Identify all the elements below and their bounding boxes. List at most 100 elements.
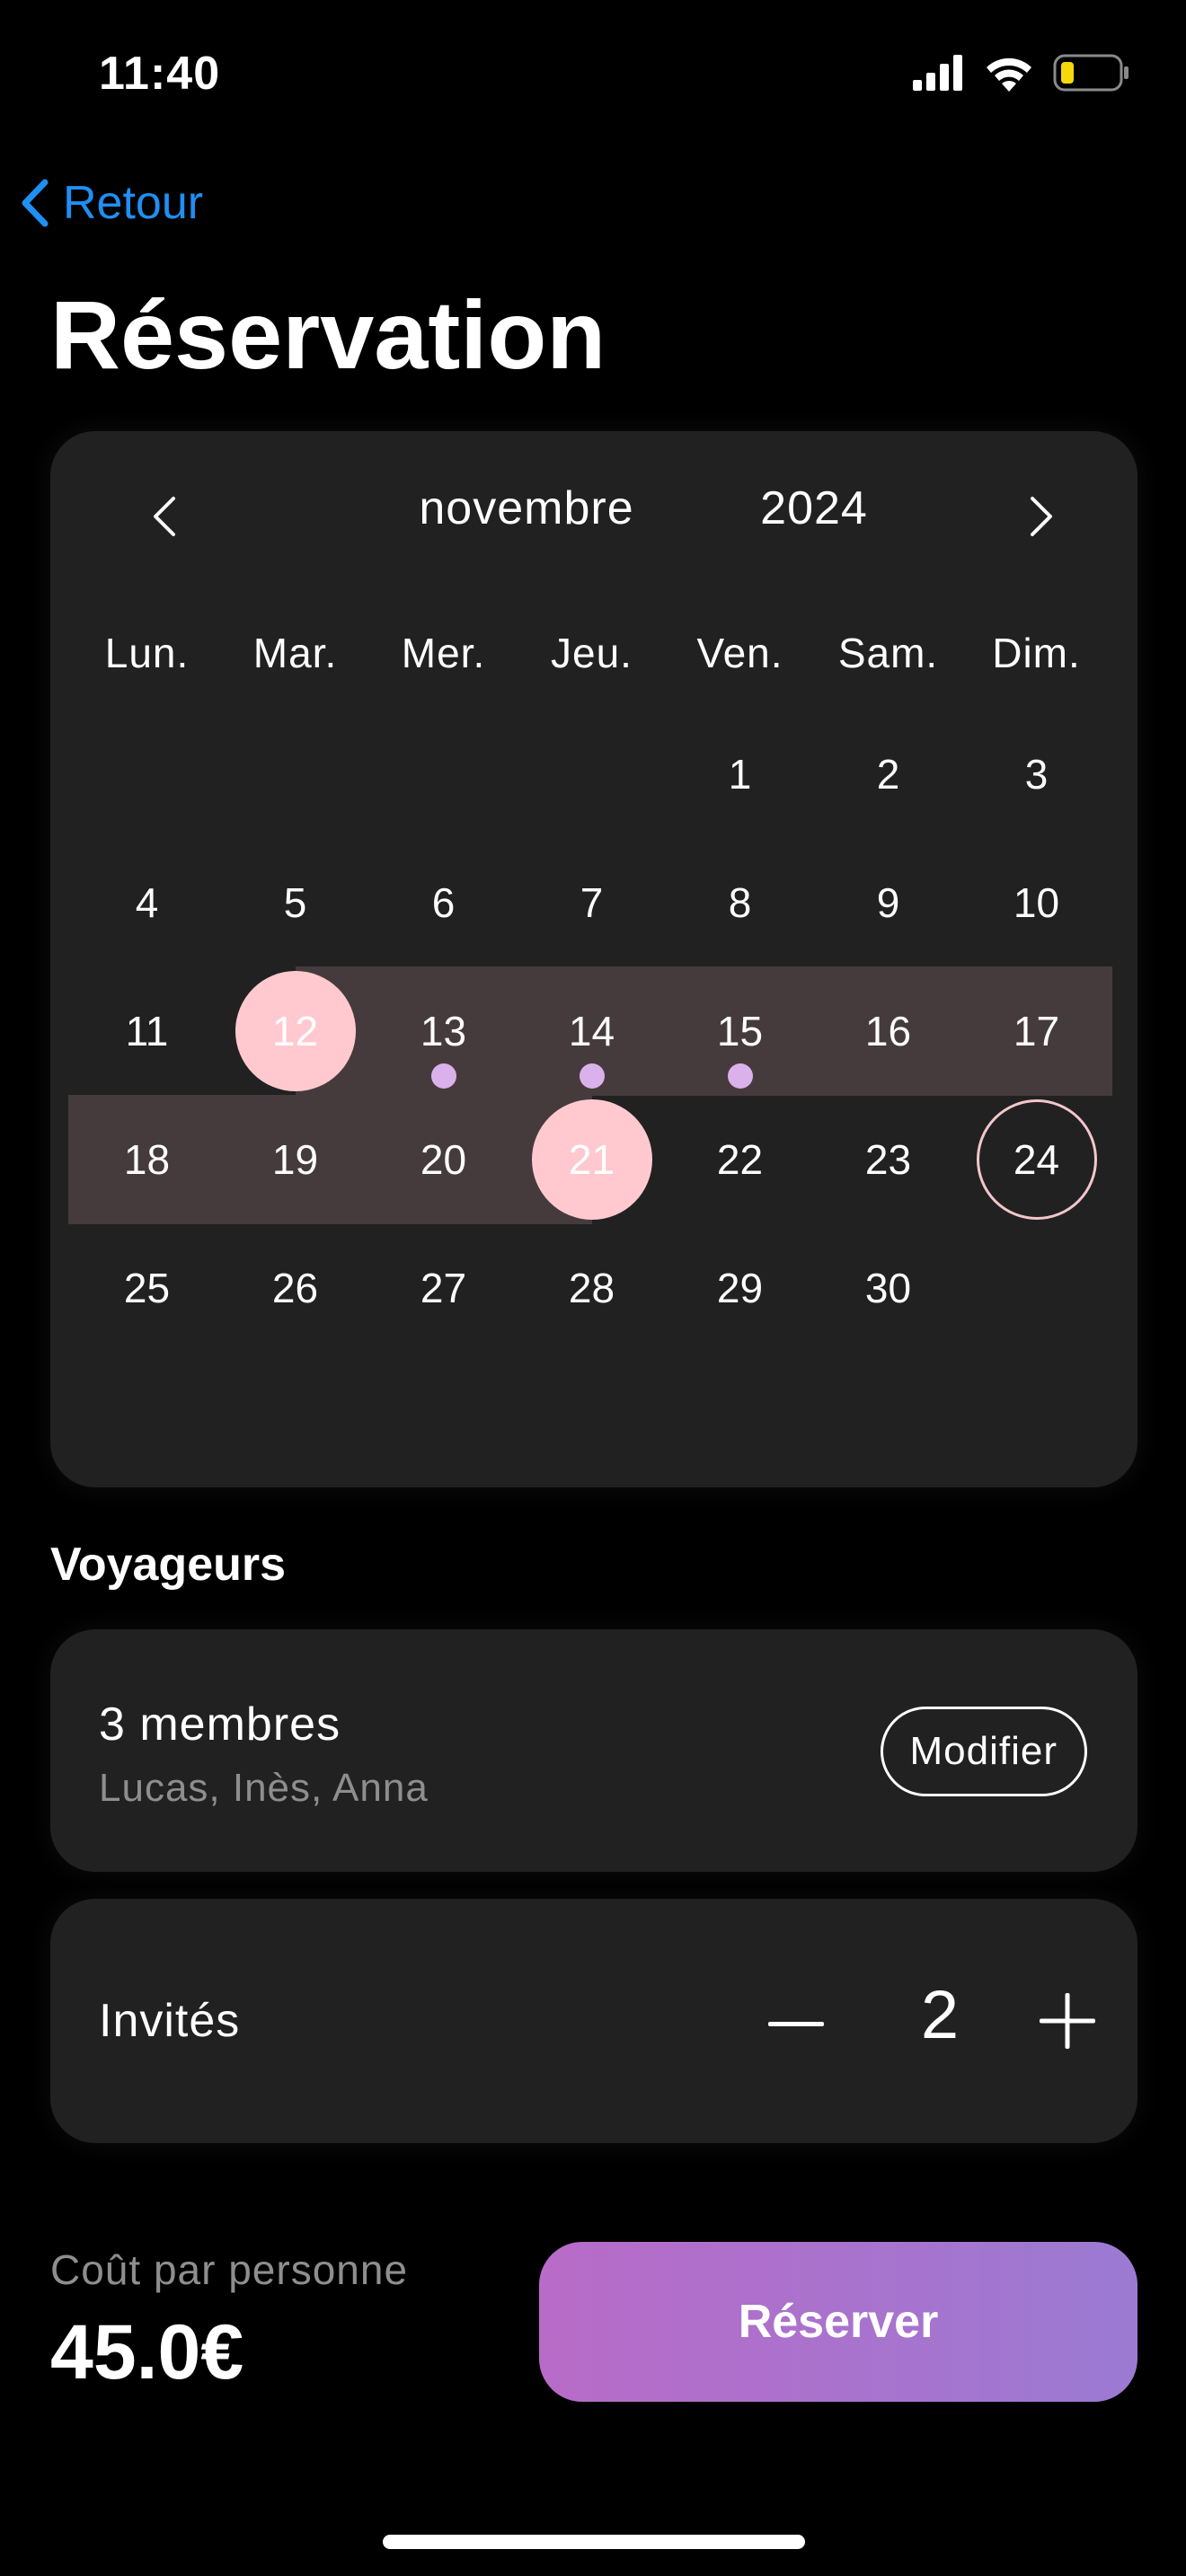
calendar-day[interactable]: 18 (73, 1101, 221, 1218)
members-names: Lucas, Inès, Anna (99, 1766, 429, 1810)
calendar-card: novembre 2024 Lun. Mar. Mer. Jeu. Ven. Sam. Di… (50, 431, 1137, 1487)
members-card: 3 membres Lucas, Inès, Anna Modifier (50, 1629, 1137, 1872)
weekday-label: Jeu. (551, 630, 633, 676)
weekday-label: Ven. (696, 630, 783, 676)
weekday-label: Mer. (401, 630, 486, 676)
status-time: 11:40 (99, 48, 221, 100)
event-dot (430, 1063, 456, 1089)
members-count: 3 membres (99, 1698, 341, 1751)
calendar-day[interactable]: 12 (221, 971, 369, 1091)
calendar-day-number: 13 (420, 1008, 467, 1054)
calendar-day-number: 4 (135, 879, 159, 926)
back-button[interactable]: Retour (20, 176, 203, 230)
weekday-label: Mar. (252, 630, 338, 676)
calendar-day-number: 19 (271, 1136, 319, 1183)
calendar-day[interactable]: 11 (73, 973, 221, 1090)
calendar-month[interactable]: novembre (347, 481, 706, 535)
calendar-day[interactable]: 30 (814, 1230, 962, 1346)
calendar-day[interactable]: 21 (518, 1099, 666, 1220)
travellers-section-title: Voyageurs (50, 1539, 287, 1591)
calendar-day-number: 24 (1013, 1136, 1060, 1183)
plus-icon (1040, 1993, 1095, 2049)
minus-icon (768, 2022, 824, 2026)
wifi-icon (987, 57, 1031, 92)
calendar-day-number: 2 (876, 751, 900, 798)
calendar-day-number: 25 (123, 1265, 171, 1311)
page-title: Réservation (50, 280, 606, 389)
back-label: Retour (63, 177, 204, 229)
calendar-day[interactable]: 22 (666, 1101, 814, 1218)
home-indicator (383, 2535, 805, 2549)
calendar-day-number: 28 (568, 1265, 615, 1311)
weekday-label: Dim. (992, 630, 1081, 676)
guests-label: Invités (99, 1995, 241, 2047)
calendar-day-number: 18 (123, 1136, 171, 1183)
calendar-day[interactable]: 5 (221, 844, 369, 961)
chevron-left-icon (22, 179, 49, 227)
calendar-day[interactable]: 6 (369, 844, 518, 961)
previous-month-button[interactable] (133, 478, 196, 555)
chevron-right-icon (1031, 497, 1052, 536)
calendar-day[interactable]: 1 (666, 716, 814, 833)
calendar-day[interactable]: 10 (962, 844, 1111, 961)
calendar-day-number: 10 (1013, 879, 1060, 926)
decrement-guests-button[interactable] (751, 1980, 841, 2069)
calendar-day-number: 8 (728, 879, 752, 926)
signal-icon (913, 55, 962, 91)
calendar-day[interactable]: 27 (369, 1230, 518, 1346)
calendar-day-number: 29 (716, 1265, 764, 1311)
calendar-day-number: 11 (125, 1008, 169, 1054)
calendar-day[interactable]: 3 (962, 716, 1111, 833)
chevron-left-icon (154, 497, 175, 536)
calendar-day-number: 22 (716, 1136, 764, 1183)
calendar-day[interactable]: 19 (221, 1101, 369, 1218)
battery-icon (1053, 54, 1128, 92)
calendar-day-number: 23 (864, 1136, 912, 1183)
weekday-label: Sam. (837, 630, 939, 676)
calendar-day[interactable]: 7 (518, 844, 666, 961)
calendar-day[interactable]: 17 (962, 973, 1111, 1090)
calendar-day-number: 3 (1024, 751, 1049, 798)
guests-card: Invités 2 (50, 1899, 1137, 2143)
calendar-day-number: 6 (431, 879, 456, 926)
calendar-day-number: 12 (271, 1008, 319, 1054)
calendar-day-number: 15 (716, 1008, 764, 1054)
calendar-day-number: 27 (420, 1265, 467, 1311)
event-dot (727, 1063, 753, 1089)
calendar-day[interactable]: 9 (814, 844, 962, 961)
calendar-day[interactable]: 16 (814, 973, 962, 1090)
calendar-day-number: 30 (864, 1265, 912, 1311)
calendar-day-number: 1 (728, 751, 752, 798)
status-icons (913, 54, 1130, 92)
calendar-day-number: 7 (580, 879, 604, 926)
calendar-day-number: 5 (283, 879, 307, 926)
guests-count: 2 (920, 1977, 960, 2053)
weekday-label: Lun. (104, 630, 190, 676)
calendar-day-number: 14 (568, 1008, 615, 1054)
calendar-day-number: 9 (876, 879, 900, 926)
calendar-day-number: 17 (1013, 1008, 1060, 1054)
calendar-day[interactable]: 26 (221, 1230, 369, 1346)
event-dot (579, 1063, 605, 1089)
calendar-day[interactable]: 25 (73, 1230, 221, 1346)
cost-label: Coût par personne (50, 2246, 409, 2293)
calendar-day-number: 16 (864, 1008, 912, 1054)
next-month-button[interactable] (1010, 478, 1073, 555)
calendar-day-number: 26 (271, 1265, 319, 1311)
modify-members-button[interactable]: Modifier (880, 1707, 1087, 1796)
calendar-day[interactable]: 8 (666, 844, 814, 961)
cost-value: 45.0€ (50, 2309, 244, 2395)
calendar-day-number: 21 (568, 1136, 615, 1183)
increment-guests-button[interactable] (1022, 1976, 1112, 2066)
calendar-day[interactable]: 24 (962, 1099, 1111, 1220)
calendar-day[interactable]: 29 (666, 1230, 814, 1346)
calendar-day[interactable]: 4 (73, 844, 221, 961)
calendar-day[interactable]: 28 (518, 1230, 666, 1346)
calendar-day[interactable]: 2 (814, 716, 962, 833)
screen: 11:40 Retour Réservation novembre 2024 L… (0, 0, 1186, 2576)
calendar-day[interactable]: 20 (369, 1101, 518, 1218)
calendar-day[interactable]: 23 (814, 1101, 962, 1218)
reserve-button[interactable]: Réserver (539, 2242, 1137, 2402)
calendar-year[interactable]: 2024 (679, 481, 949, 535)
calendar-day-number: 20 (420, 1136, 467, 1183)
